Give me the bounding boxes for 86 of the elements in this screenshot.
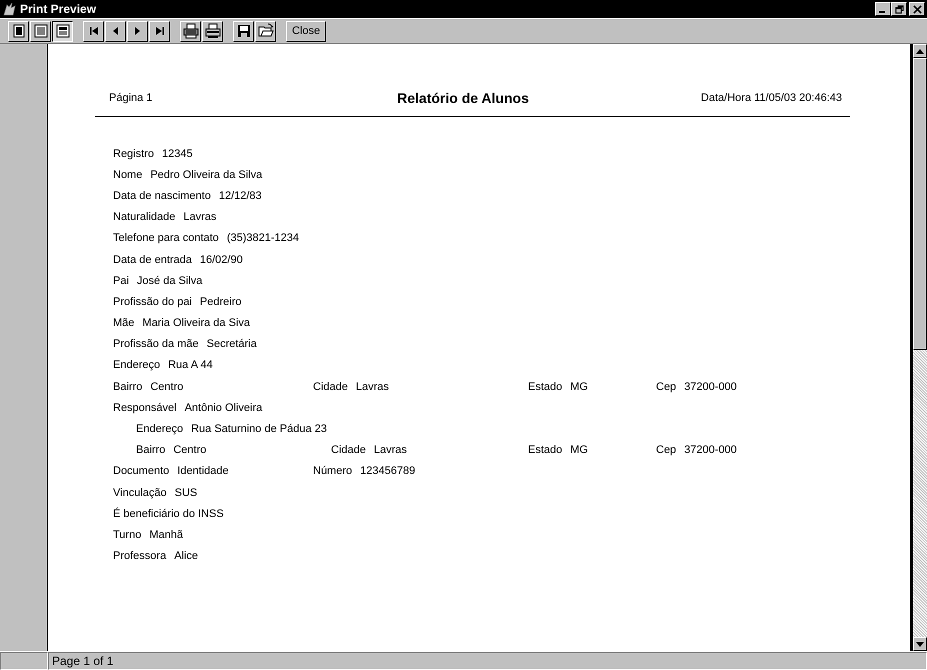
field-value: Secretária	[206, 338, 257, 350]
field-value: Alice	[174, 550, 198, 562]
field-label: Estado	[528, 444, 562, 456]
save-button[interactable]	[233, 20, 254, 42]
field-label: Vinculação	[113, 486, 167, 499]
field-label: Nome	[113, 168, 142, 181]
next-page-icon	[135, 27, 140, 35]
field-label: Profissão da mãe	[113, 338, 199, 350]
field-value: SUS	[174, 486, 198, 499]
scroll-up-icon[interactable]	[916, 48, 924, 54]
printer-setup-button[interactable]	[180, 20, 201, 42]
view-button[interactable]	[52, 20, 73, 42]
field-value: MG	[570, 380, 588, 393]
field-value: Manhã	[149, 528, 183, 541]
field-label: Cep	[656, 444, 676, 456]
scroll-down-icon[interactable]	[916, 642, 924, 646]
field-value: Pedro Oliveira da Silva	[150, 168, 262, 181]
field-value: Pedreiro	[200, 296, 242, 308]
field-label: É beneficiário do INSS	[113, 508, 224, 520]
field-label: Mãe	[113, 317, 134, 330]
minimize-icon	[879, 11, 885, 13]
field-value: 16/02/90	[200, 254, 243, 266]
field-label: Pai	[113, 274, 129, 287]
minimize-button[interactable]	[875, 2, 891, 16]
report-timestamp: Data/Hora 11/05/03 20:46:43	[700, 92, 842, 104]
field-label: Registro	[113, 148, 154, 160]
field-value: Centro	[173, 444, 206, 456]
field-label: Número	[313, 465, 352, 478]
print-button[interactable]	[202, 20, 223, 42]
page-number: Página 1	[109, 92, 154, 104]
field-label: Endereço	[136, 423, 184, 436]
field-value: MG	[570, 444, 588, 456]
window-title: Print Preview	[20, 2, 98, 16]
report-title: Relatório de Alunos	[396, 90, 530, 106]
field-value: (35)3821-1234	[226, 232, 299, 244]
status-text: Page 1 of 1	[48, 652, 927, 670]
page-width-icon	[54, 23, 70, 39]
field-value: 123456789	[360, 465, 416, 478]
multi-page-icon	[32, 23, 48, 39]
restore-button[interactable]	[891, 2, 907, 16]
vertical-scrollbar[interactable]	[913, 44, 927, 651]
close-preview-button[interactable]: Close	[286, 20, 326, 42]
field-value: Lavras	[356, 380, 389, 393]
field-value: José da Silva	[136, 274, 202, 287]
restore-icon	[894, 4, 904, 14]
field-value: Lavras	[374, 444, 407, 456]
field-label: Responsável	[113, 402, 177, 414]
field-value: Lavras	[183, 211, 216, 224]
field-label: Profissão do pai	[113, 296, 192, 308]
field-label: Endereço	[113, 359, 160, 372]
field-label: Data de entrada	[113, 254, 192, 266]
status-panel	[0, 652, 48, 670]
field-label: Professora	[113, 550, 166, 562]
first-page-button[interactable]	[83, 20, 104, 42]
field-label: Turno	[113, 528, 142, 541]
field-label: Telefone para contato	[113, 232, 219, 244]
last-page-button[interactable]	[149, 20, 170, 42]
field-label: Estado	[528, 380, 562, 393]
open-button[interactable]	[255, 20, 276, 42]
field-value: Antônio Oliveira	[184, 402, 262, 414]
field-value: 12345	[162, 148, 193, 160]
field-label: Cep	[656, 380, 676, 393]
field-value: 12/12/83	[218, 190, 262, 202]
field-label: Naturalidade	[113, 211, 176, 224]
field-value: Rua Saturnino de Pádua 23	[191, 423, 327, 436]
previous-page-button[interactable]	[105, 20, 126, 42]
field-value: Identidade	[177, 465, 229, 478]
field-label: Bairro	[136, 444, 166, 456]
close-button[interactable]	[909, 2, 925, 16]
field-value: 37200-000	[684, 380, 737, 393]
field-label: Documento	[113, 465, 170, 478]
previous-page-icon	[113, 27, 118, 35]
single-page-icon	[10, 23, 26, 39]
field-label: Data de nascimento	[113, 190, 211, 202]
field-value: Maria Oliveira da Siva	[142, 317, 250, 330]
last-page-icon	[156, 27, 164, 35]
field-label: Bairro	[113, 380, 142, 393]
next-page-button[interactable]	[127, 20, 148, 42]
field-label: Cidade	[313, 380, 348, 393]
folder-icon	[258, 23, 274, 39]
first-page-icon	[90, 27, 98, 35]
field-value: Rua A 44	[168, 359, 213, 372]
field-label: Cidade	[331, 444, 366, 456]
field-value: Centro	[150, 380, 184, 393]
close-icon	[912, 4, 922, 14]
field-value: 37200-000	[684, 444, 737, 456]
